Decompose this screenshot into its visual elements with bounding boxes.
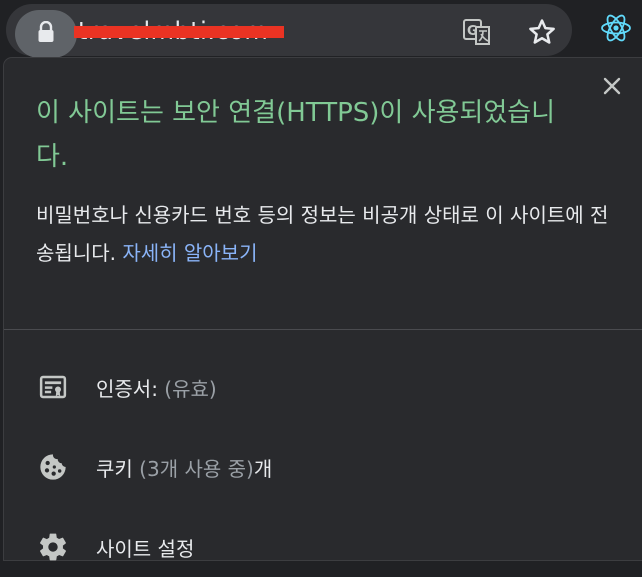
- react-icon: [600, 12, 632, 48]
- page-info-bubble: 이 사이트는 보안 연결(HTTPS)이 사용되었습니다. 비밀번호나 신용카드…: [4, 58, 642, 561]
- cookies-row[interactable]: 쿠키 (3개 사용 중)개: [4, 437, 642, 497]
- certificate-label: 인증서: (유효): [96, 373, 217, 402]
- cookies-count: (3개 사용 중): [132, 456, 254, 481]
- react-devtools-extension-button[interactable]: [598, 12, 634, 48]
- browser-toolbar: travelmbti.com G: [0, 0, 642, 62]
- certificate-label-text: 인증서:: [96, 376, 158, 401]
- cookie-icon: [36, 450, 70, 484]
- close-icon: [602, 76, 622, 100]
- cookies-suffix: 개: [253, 456, 273, 481]
- certificate-icon: [36, 370, 70, 404]
- cookies-label-text: 쿠키: [96, 456, 133, 481]
- translate-icon: G: [462, 18, 492, 50]
- redaction-bar: [74, 26, 284, 38]
- certificate-status: (유효): [157, 376, 217, 401]
- certificate-row[interactable]: 인증서: (유효): [4, 357, 642, 417]
- security-description: 비밀번호나 신용카드 번호 등의 정보는 비공개 상태로 이 사이트에 전송됩니…: [36, 196, 616, 272]
- lock-icon: [37, 20, 55, 47]
- bookmark-star-button[interactable]: [526, 19, 558, 49]
- learn-more-link[interactable]: 자세히 알아보기: [122, 241, 257, 265]
- site-settings-label: 사이트 설정: [96, 536, 195, 561]
- omnibox[interactable]: travelmbti.com G: [6, 4, 572, 58]
- translate-button[interactable]: G: [462, 18, 492, 50]
- star-icon: [527, 17, 557, 51]
- gear-icon: [36, 530, 70, 564]
- site-info-button[interactable]: [15, 10, 77, 58]
- divider: [4, 329, 642, 330]
- site-settings-row[interactable]: 사이트 설정: [4, 517, 642, 577]
- security-status-title: 이 사이트는 보안 연결(HTTPS)이 사용되었습니다.: [36, 98, 556, 172]
- close-button[interactable]: [600, 76, 624, 100]
- cookies-label: 쿠키 (3개 사용 중)개: [96, 453, 272, 482]
